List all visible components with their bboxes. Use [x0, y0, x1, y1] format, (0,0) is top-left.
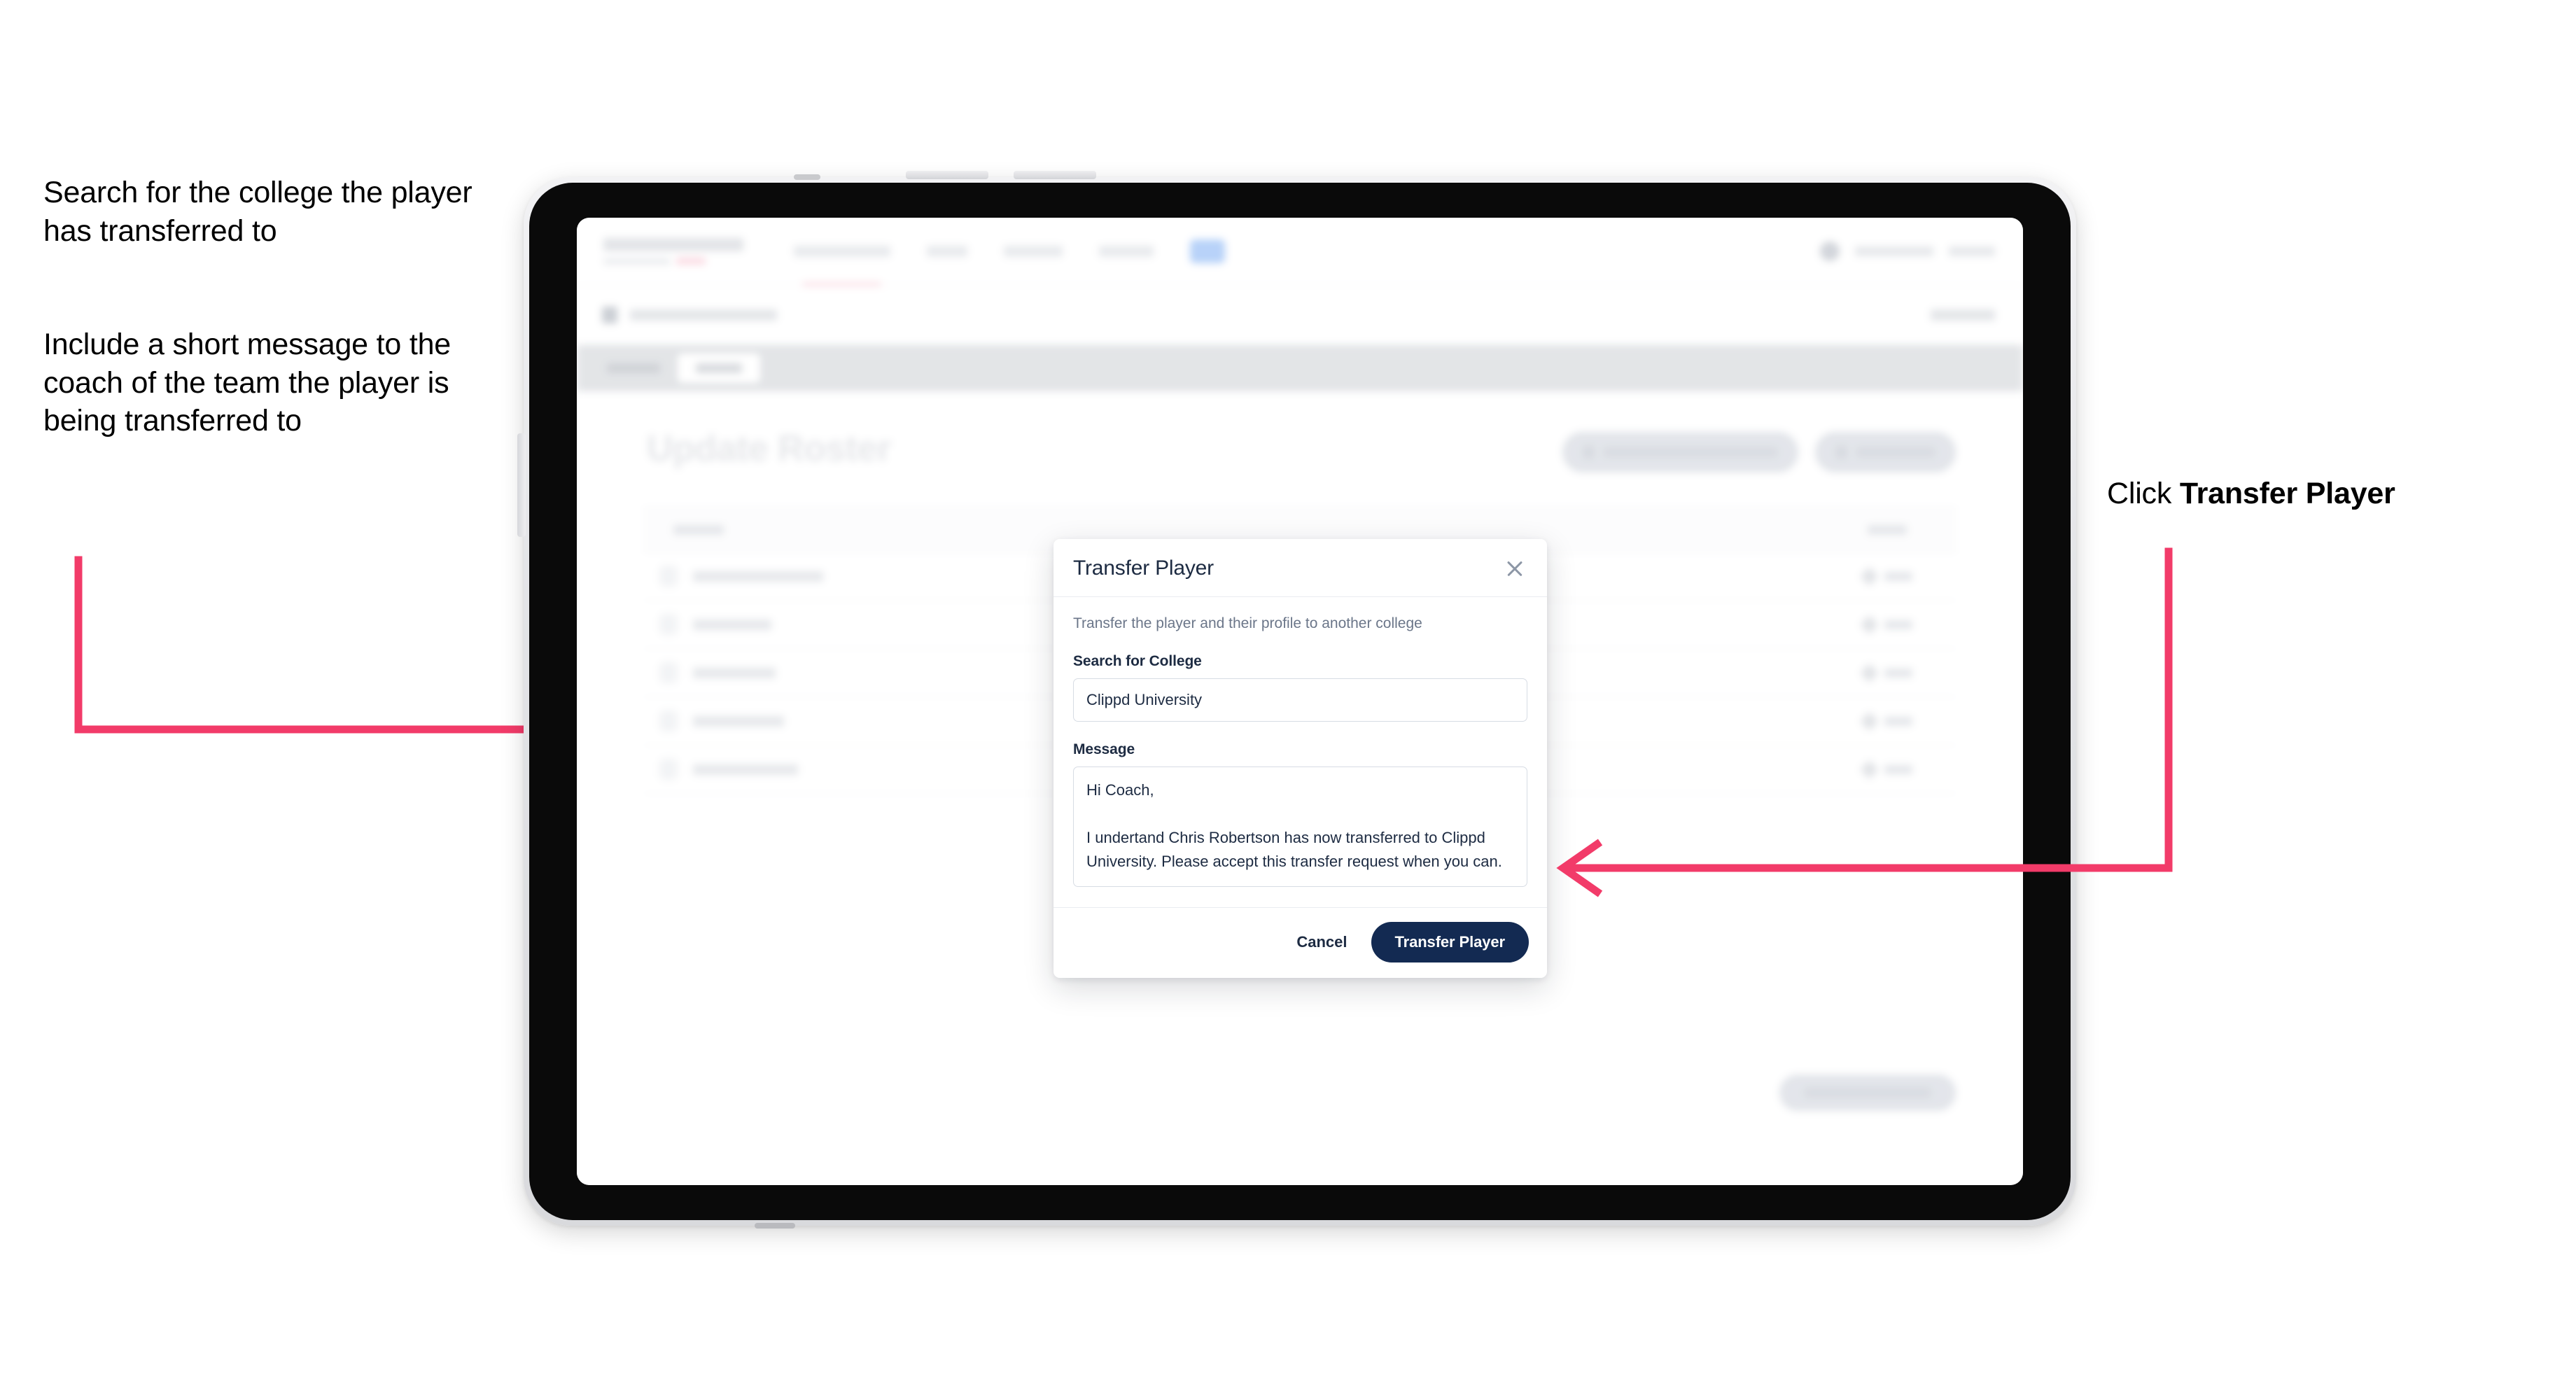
close-icon[interactable]: [1502, 556, 1527, 581]
search-college-input[interactable]: [1073, 678, 1527, 722]
volume-down-button[interactable]: [1014, 171, 1096, 179]
cancel-button[interactable]: Cancel: [1281, 923, 1362, 961]
power-button[interactable]: [517, 433, 526, 537]
transfer-player-dialog: Transfer Player Transfer the player and …: [1054, 539, 1547, 978]
tablet-screen: Update Roster Transfer Player Transfer t…: [577, 218, 2023, 1185]
dialog-description: Transfer the player and their profile to…: [1073, 615, 1422, 631]
transfer-player-button[interactable]: Transfer Player: [1371, 922, 1529, 962]
annotation-include-message: Include a short message to the coach of …: [43, 328, 451, 438]
volume-up-button[interactable]: [906, 171, 988, 179]
message-field-label: Message: [1073, 741, 1135, 757]
annotation-click-bold: Transfer Player: [2179, 477, 2395, 510]
message-textarea[interactable]: Hi Coach, I undertand Chris Robertson ha…: [1073, 766, 1527, 887]
microphone-icon: [794, 174, 820, 180]
annotation-click-prefix: Click: [2107, 477, 2180, 510]
college-field-label: Search for College: [1073, 653, 1202, 669]
dialog-footer: Cancel Transfer Player: [1054, 907, 1547, 978]
annotation-click-transfer: Click Transfer Player: [2107, 475, 2569, 513]
speaker-grille: [755, 1223, 795, 1228]
dialog-header: Transfer Player: [1054, 539, 1547, 597]
dialog-body: Transfer the player and their profile to…: [1054, 597, 1547, 907]
dialog-title: Transfer Player: [1073, 556, 1214, 580]
annotation-search-college: Search for the college the player has tr…: [43, 176, 472, 248]
tablet-device: Update Roster Transfer Player Transfer t…: [517, 171, 2076, 1228]
